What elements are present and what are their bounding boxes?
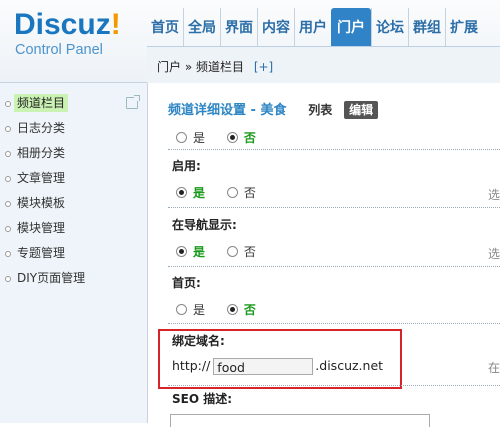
divider — [168, 266, 500, 267]
breadcrumb: 门户 » 频道栏目 [+] — [157, 58, 273, 75]
domain-hint: 在 — [488, 361, 500, 375]
sidebar: 频道栏目 日志分类 相册分类 文章管理 模块模板 模块管理 专题管理 DIY页面… — [0, 83, 148, 423]
discuz-logo: Discuz! Control Panel — [14, 8, 121, 58]
nav-show-radio-group: 是 否 — [176, 243, 274, 260]
radio-group-top: 是 否 — [176, 129, 274, 146]
enable-radio-no[interactable] — [226, 187, 238, 198]
sidebar-item-label: 日志分类 — [17, 121, 66, 135]
sidebar-item-label: 模块模板 — [17, 196, 66, 210]
radio-yes[interactable] — [176, 132, 187, 143]
sidebar-item-blog-categories[interactable]: 日志分类 — [0, 116, 147, 141]
header: Discuz! Control Panel 首页 全局 界面 内容 用户 门户 … — [0, 0, 500, 83]
sidebar-item-label: DIY页面管理 — [17, 271, 86, 285]
nav-portal[interactable]: 门户 — [331, 8, 371, 46]
nav-forum[interactable]: 论坛 — [371, 8, 408, 46]
bullet-icon — [5, 276, 11, 282]
radio-yes-label: 是 — [193, 131, 206, 145]
enable-no-label: 否 — [243, 186, 256, 200]
breadcrumb-text: 门户 » 频道栏目 — [157, 60, 244, 74]
divider — [168, 385, 500, 386]
logo-subtitle: Control Panel — [15, 42, 103, 58]
sidebar-item-label: 文章管理 — [17, 171, 66, 185]
domain-input[interactable]: food — [213, 358, 314, 375]
sidebar-item-blocks[interactable]: 模块管理 — [0, 216, 147, 241]
homepage-no-label: 否 — [243, 303, 256, 317]
bullet-icon — [5, 201, 11, 207]
domain-prefix: http:// — [172, 358, 211, 373]
bullet-icon — [5, 151, 11, 157]
sidebar-item-diy-pages[interactable]: DIY页面管理 — [0, 266, 147, 291]
sidebar-item-label: 专题管理 — [17, 246, 66, 260]
seo-description-label: SEO 描述: — [172, 392, 233, 406]
nav-groups[interactable]: 群组 — [408, 8, 445, 46]
nav-interface[interactable]: 界面 — [220, 8, 257, 46]
nav-show-no-label: 否 — [243, 245, 256, 259]
enable-label: 启用: — [172, 159, 201, 173]
divider — [168, 207, 500, 208]
nav-global[interactable]: 全局 — [183, 8, 220, 46]
sidebar-item-channels[interactable]: 频道栏目 — [0, 91, 147, 116]
enable-hint: 选 — [488, 188, 500, 202]
sidebar-item-album-categories[interactable]: 相册分类 — [0, 141, 147, 166]
sidebar-item-articles[interactable]: 文章管理 — [0, 166, 147, 191]
domain-field-row: http://food .discuz.net — [172, 358, 383, 375]
top-navigation: 首页 全局 界面 内容 用户 门户 论坛 群组 扩展 — [147, 8, 482, 46]
section-header: 频道详细设置 - 美食 列表 编辑 — [168, 99, 379, 119]
enable-radio-yes[interactable] — [176, 187, 187, 198]
homepage-radio-no[interactable] — [226, 304, 238, 315]
main-content: 频道详细设置 - 美食 列表 编辑 是 否 启用: 是 否 选 在导航显示: 是… — [148, 83, 500, 427]
add-channel-link[interactable]: [+] — [254, 60, 273, 74]
enable-radio-group: 是 否 — [176, 184, 274, 201]
sidebar-item-label: 模块管理 — [17, 221, 66, 235]
bullet-icon — [5, 176, 11, 182]
bullet-icon — [5, 126, 11, 132]
breadcrumb-bar: 门户 » 频道栏目 [+] — [147, 46, 500, 83]
nav-show-label: 在导航显示: — [172, 218, 237, 232]
sidebar-item-label: 频道栏目 — [14, 94, 69, 112]
open-new-window-icon[interactable] — [126, 95, 140, 109]
homepage-radio-group: 是 否 — [176, 301, 274, 318]
divider — [168, 323, 500, 324]
page-title: 频道详细设置 - 美食 — [168, 103, 287, 118]
homepage-label: 首页: — [172, 276, 201, 290]
nav-show-yes-label: 是 — [193, 245, 206, 259]
nav-show-radio-yes[interactable] — [176, 246, 187, 257]
sidebar-item-block-templates[interactable]: 模块模板 — [0, 191, 147, 216]
radio-no-label: 否 — [243, 131, 256, 145]
tab-list[interactable]: 列表 — [308, 103, 332, 117]
divider — [168, 149, 500, 150]
nav-show-hint: 选 — [488, 247, 500, 261]
enable-yes-label: 是 — [193, 186, 206, 200]
nav-show-radio-no[interactable] — [226, 246, 238, 257]
nav-extensions[interactable]: 扩展 — [445, 8, 482, 46]
bullet-icon — [5, 101, 11, 107]
seo-description-textarea[interactable] — [170, 414, 430, 427]
bullet-icon — [5, 251, 11, 257]
logo-text: Discuz! — [14, 8, 121, 41]
homepage-radio-yes[interactable] — [176, 304, 187, 315]
domain-label: 绑定域名: — [172, 334, 225, 348]
sidebar-item-label: 相册分类 — [17, 146, 66, 160]
bullet-icon — [5, 226, 11, 232]
sidebar-item-topics[interactable]: 专题管理 — [0, 241, 147, 266]
nav-home[interactable]: 首页 — [147, 8, 183, 46]
homepage-yes-label: 是 — [193, 303, 206, 317]
radio-no[interactable] — [226, 132, 238, 143]
domain-suffix: .discuz.net — [315, 358, 384, 373]
tab-edit[interactable]: 编辑 — [344, 101, 379, 119]
nav-content[interactable]: 内容 — [257, 8, 294, 46]
nav-users[interactable]: 用户 — [294, 8, 331, 46]
